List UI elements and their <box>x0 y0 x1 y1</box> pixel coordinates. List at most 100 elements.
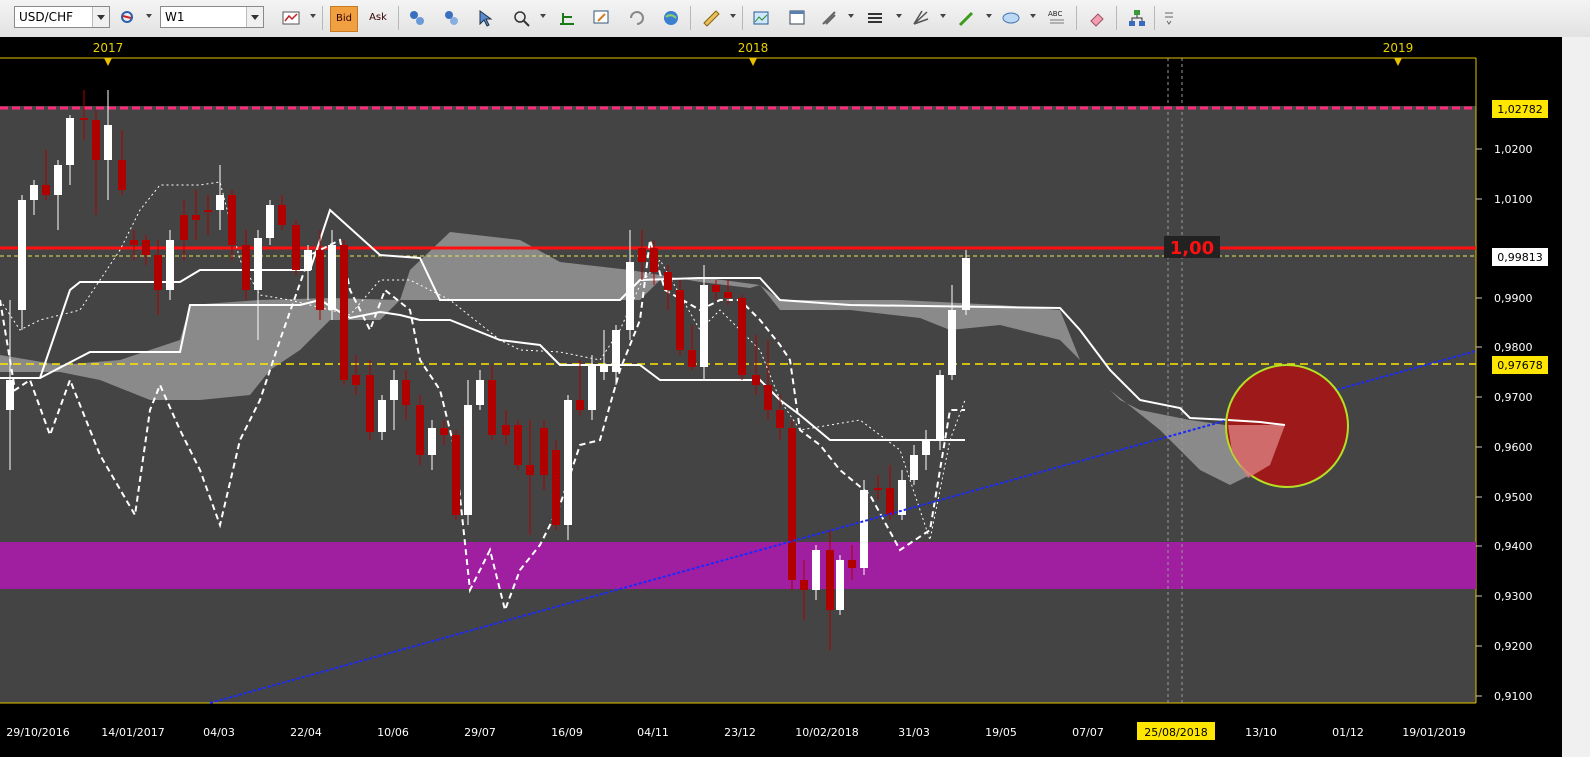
price-tick-label: 0,9400 <box>1494 540 1533 553</box>
date-tick-label: 22/04 <box>290 726 322 739</box>
date-tick-label: 10/06 <box>377 726 409 739</box>
candle-body <box>776 410 784 428</box>
candle-body <box>836 560 844 610</box>
tools-icon[interactable] <box>818 7 840 29</box>
candle-body <box>54 165 62 195</box>
price-chart[interactable]: 1,00 2017 2018 2019 1,0200 1,0100 0,9900 0,… <box>0 37 1590 757</box>
candle-body <box>752 375 760 385</box>
symbol-select[interactable]: USD/CHF <box>14 6 110 28</box>
main-toolbar: USD/CHF W1 Bid Ask ABC <box>0 0 1590 38</box>
candle-body <box>588 365 596 410</box>
symbol-search-icon[interactable] <box>118 7 140 29</box>
chevron-down-icon[interactable] <box>848 14 854 18</box>
candle-body <box>962 258 970 310</box>
candle-body <box>42 185 50 195</box>
toolbar-separator <box>322 6 323 30</box>
window-icon[interactable] <box>786 7 808 29</box>
right-scroll-panel[interactable] <box>1562 37 1590 757</box>
chevron-down-icon[interactable] <box>310 14 316 18</box>
toolbar-separator <box>742 6 743 30</box>
price-tick-label: 1,0200 <box>1494 143 1533 156</box>
image-icon[interactable] <box>750 7 772 29</box>
date-tick-label: 16/09 <box>551 726 583 739</box>
text-icon[interactable]: ABC <box>1046 7 1068 29</box>
support-zone <box>0 542 1476 589</box>
cursor-icon[interactable] <box>474 7 496 29</box>
chevron-down-icon[interactable] <box>730 14 736 18</box>
fibonacci-icon[interactable] <box>910 7 932 29</box>
candle-body <box>402 380 410 405</box>
price-tick-label: 1,0100 <box>1494 193 1533 206</box>
chevron-down-icon[interactable] <box>92 7 109 27</box>
candle-body <box>366 375 374 432</box>
year-2019: 2019 <box>1383 41 1414 55</box>
zoom-icon[interactable] <box>510 7 532 29</box>
candle-body <box>540 428 548 475</box>
candle-body <box>488 380 496 435</box>
ruler-icon[interactable] <box>700 7 722 29</box>
candle-body <box>242 245 250 290</box>
drawing-icon[interactable] <box>556 7 578 29</box>
price-tick-label: 0,9600 <box>1494 441 1533 454</box>
globe-icon[interactable] <box>660 7 682 29</box>
candle-body <box>6 380 14 410</box>
candle-body <box>292 225 300 270</box>
candle-body <box>452 435 460 515</box>
chevron-down-icon[interactable] <box>246 7 263 27</box>
price-marker-top-label: 1,02782 <box>1497 103 1543 116</box>
chevron-down-icon[interactable] <box>986 14 992 18</box>
candle-body <box>192 215 200 220</box>
chevron-down-icon[interactable] <box>540 14 546 18</box>
pencil-icon[interactable] <box>956 7 978 29</box>
price-marker-level-label: 0,99813 <box>1497 251 1543 264</box>
bid-button[interactable]: Bid <box>330 6 358 32</box>
candle-body <box>416 405 424 455</box>
date-tick-label: 10/02/2018 <box>795 726 858 739</box>
candle-body <box>66 118 74 165</box>
indicator-icon[interactable] <box>406 7 428 29</box>
candle-body <box>378 400 386 432</box>
price-tick-label: 0,9800 <box>1494 341 1533 354</box>
candle-body <box>886 488 894 515</box>
symbol-value: USD/CHF <box>19 10 73 24</box>
price-tick-label: 0,9500 <box>1494 491 1533 504</box>
toolbar-separator <box>690 6 691 30</box>
eraser-icon[interactable] <box>1086 7 1108 29</box>
price-marker-yellow-label: 0,97678 <box>1497 359 1543 372</box>
candle-body <box>576 400 584 410</box>
candle-body <box>848 560 856 568</box>
candle-body <box>910 455 918 480</box>
timeframe-select[interactable]: W1 <box>160 6 264 28</box>
refresh-icon[interactable] <box>626 7 648 29</box>
chevron-down-icon[interactable] <box>1030 14 1036 18</box>
date-tick-label: 29/10/2016 <box>6 726 69 739</box>
tree-icon[interactable] <box>1126 7 1148 29</box>
timeframe-value: W1 <box>165 10 185 24</box>
template-icon[interactable] <box>590 7 612 29</box>
date-tick-label: 19/01/2019 <box>1402 726 1465 739</box>
object-icon[interactable] <box>440 7 462 29</box>
settings-icon[interactable] <box>1158 7 1173 29</box>
candle-body <box>638 248 646 262</box>
date-tick-label: 04/03 <box>203 726 235 739</box>
chevron-down-icon[interactable] <box>146 14 152 18</box>
candle-body <box>180 215 188 240</box>
candle-body <box>514 425 522 465</box>
chart-type-icon[interactable] <box>280 7 302 29</box>
price-tick-label: 0,9900 <box>1494 292 1533 305</box>
year-2017: 2017 <box>93 41 124 55</box>
candle-body <box>874 488 882 490</box>
lines-icon[interactable] <box>864 7 886 29</box>
chevron-down-icon[interactable] <box>896 14 902 18</box>
candle-body <box>600 365 608 372</box>
price-tick-label: 0,9200 <box>1494 640 1533 653</box>
candle-body <box>676 290 684 350</box>
price-tick-label: 0,9100 <box>1494 690 1533 703</box>
ask-button[interactable]: Ask <box>364 6 392 32</box>
shape-icon[interactable] <box>1000 7 1022 29</box>
candle-body <box>254 238 262 290</box>
candle-body <box>650 248 658 272</box>
candle-body <box>228 195 236 245</box>
candle-body <box>30 185 38 200</box>
chevron-down-icon[interactable] <box>940 14 946 18</box>
